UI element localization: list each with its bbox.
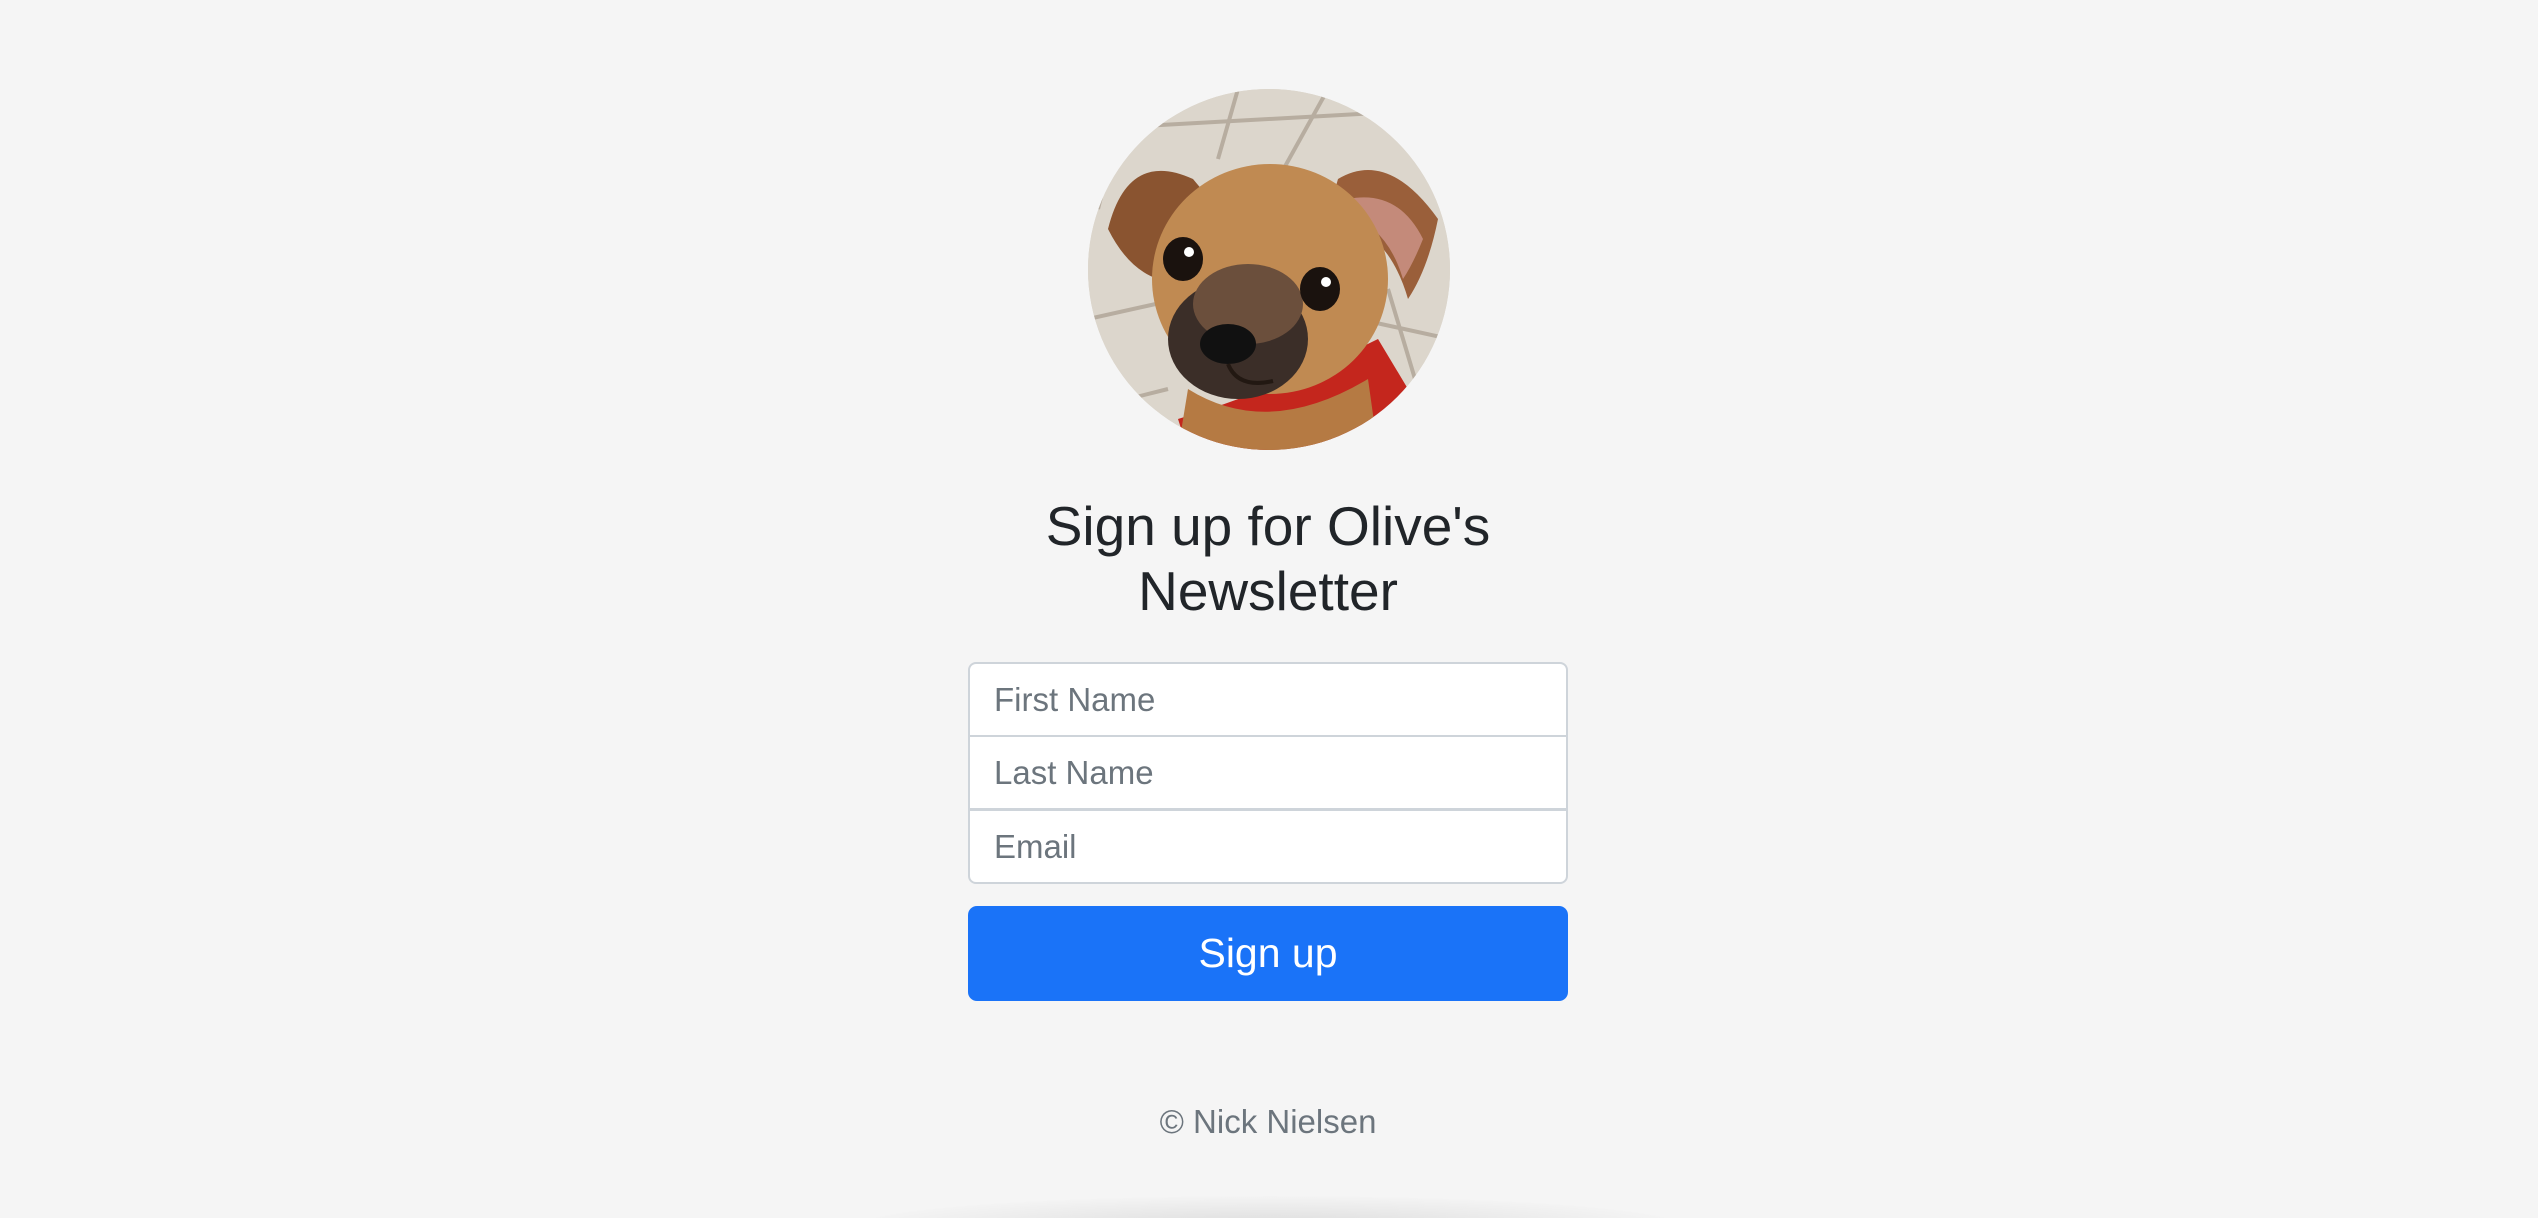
- puppy-avatar-image: [1088, 89, 1450, 450]
- first-name-input[interactable]: [968, 662, 1568, 737]
- footer-copyright: © Nick Nielsen: [1159, 1103, 1377, 1140]
- page-title-line1: Sign up for Olive's: [1045, 495, 1491, 557]
- email-input[interactable]: [968, 809, 1568, 884]
- page-title-line2: Newsletter: [1138, 560, 1398, 622]
- puppy-photo-icon: [1088, 89, 1450, 450]
- last-name-input[interactable]: [968, 735, 1568, 810]
- page-title: Sign up for Olive's Newsletter: [968, 494, 1568, 624]
- sign-up-button[interactable]: Sign up: [968, 906, 1568, 1001]
- page: Sign up for Olive's Newsletter Sign up ©…: [0, 0, 2538, 1218]
- bottom-shadow-decoration: [860, 1196, 1680, 1218]
